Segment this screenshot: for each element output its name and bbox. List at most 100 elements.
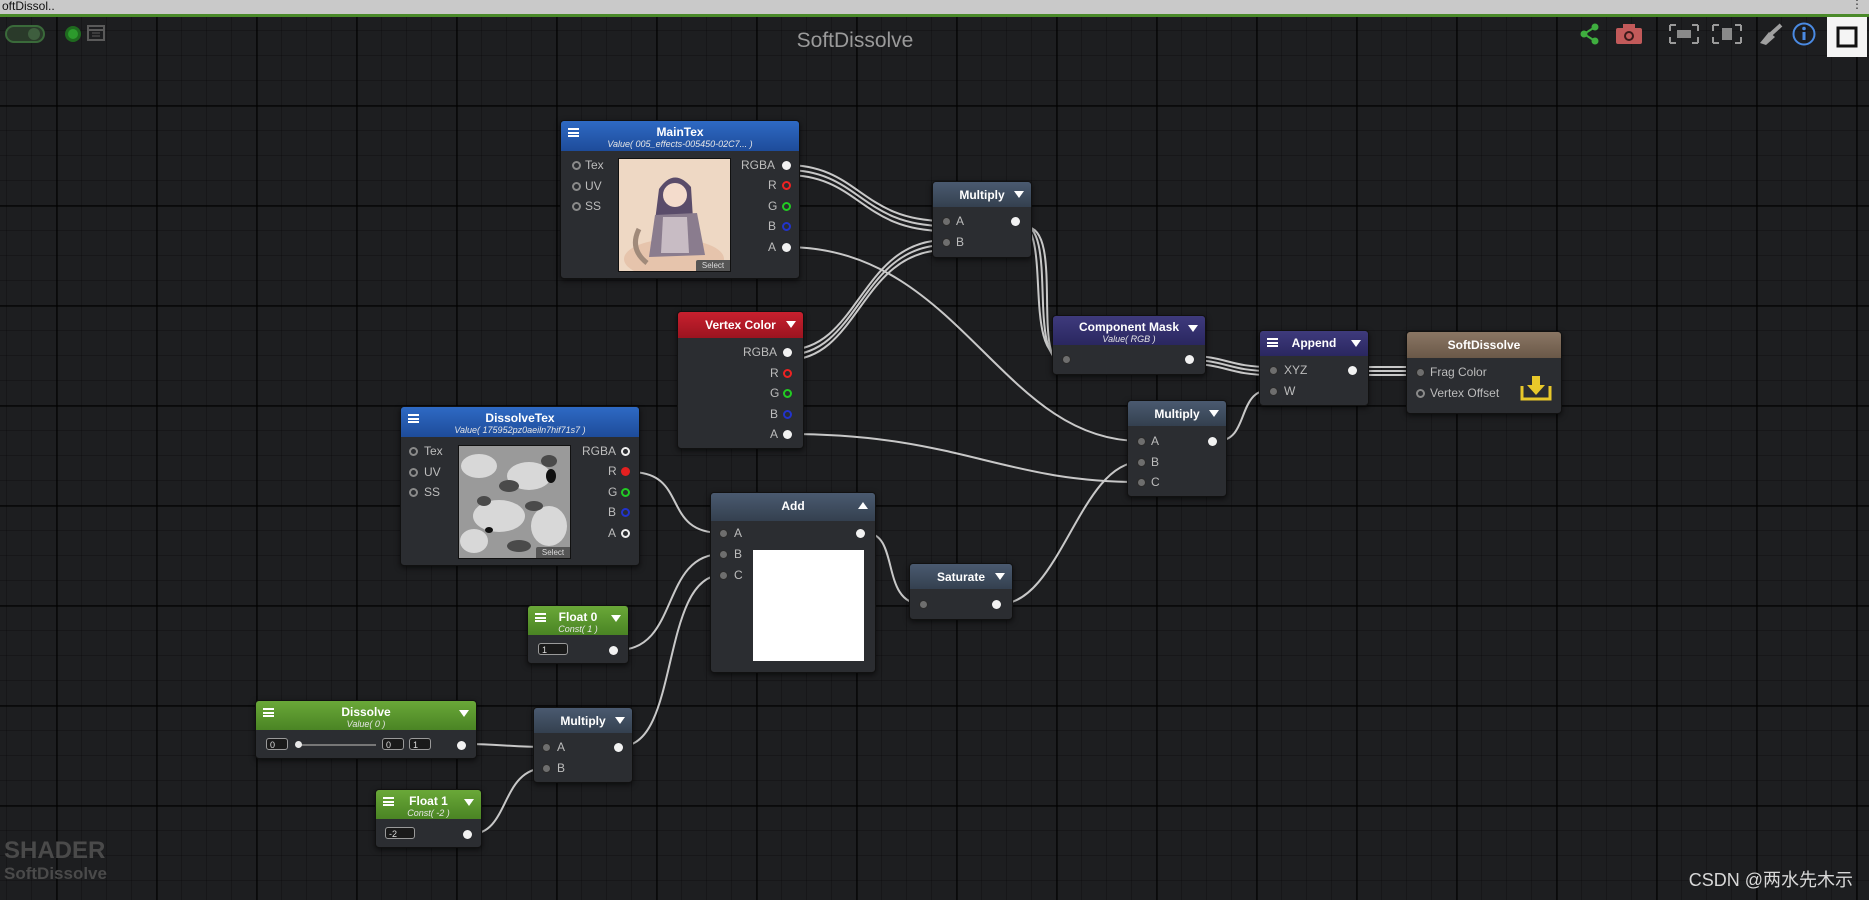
port-dot-out[interactable] [783,348,792,357]
append-header[interactable]: Append [1260,331,1368,356]
port-dot-out[interactable] [457,741,466,750]
dissolve-value-field[interactable]: 0 [266,738,288,750]
dissolvetex-node[interactable]: DissolveTex Value( 175952pz0aeiln7hif71s… [400,406,640,566]
port-dot-out[interactable] [992,600,1001,609]
port-dot-in[interactable] [719,571,728,580]
float1-header[interactable]: Float 1 Const( -2 ) [376,790,481,819]
dissolve-min-field[interactable]: 0 [382,738,404,750]
port-dot-in[interactable] [1062,355,1071,364]
port-dot-out[interactable] [609,646,618,655]
float0-header[interactable]: Float 0 Const( 1 ) [528,606,628,635]
multiply-header[interactable]: Multiply [1128,401,1226,426]
saturate-node[interactable]: Saturate [909,563,1013,620]
dissolve-slider-track[interactable] [296,744,376,746]
menu-icon[interactable] [535,613,546,622]
collapse-arrow-icon[interactable] [464,799,474,806]
multiply-header[interactable]: Multiply [933,182,1031,207]
port-dot-in[interactable] [542,743,551,752]
port-dot-in[interactable] [1137,437,1146,446]
saturate-header[interactable]: Saturate [910,564,1012,589]
multiply-node-top[interactable]: Multiply A B [932,181,1032,258]
float0-node[interactable]: Float 0 Const( 1 ) 1 [527,605,629,664]
port-dot-out[interactable] [783,389,792,398]
port-dot-out[interactable] [621,508,630,517]
add-node[interactable]: Add A B C [710,492,876,673]
port-dot-in[interactable] [1137,458,1146,467]
port-dot-in[interactable] [409,447,418,456]
float0-value-field[interactable]: 1 [538,643,568,655]
dissolve-slider-thumb[interactable] [295,741,302,748]
port-dot-out[interactable] [783,369,792,378]
port-dot-out[interactable] [463,830,472,839]
port-dot-in[interactable] [719,529,728,538]
select-texture-button[interactable]: Select [536,547,570,558]
collapse-arrow-icon[interactable] [786,321,796,328]
port-dot-in[interactable] [919,600,928,609]
maintex-header[interactable]: MainTex Value( 005_effects-005450-02C7..… [561,121,799,151]
component-mask-node[interactable]: Component Mask Value( RGB ) [1052,315,1206,375]
dissolve-max-field[interactable]: 1 [409,738,431,750]
dissolve-header[interactable]: Dissolve Value( 0 ) [256,701,476,730]
menu-icon[interactable] [568,128,579,137]
port-dot-in[interactable] [409,488,418,497]
float1-node[interactable]: Float 1 Const( -2 ) -2 [375,789,482,848]
vertex-color-node[interactable]: Vertex Color RGBA R G B A [677,311,804,449]
append-node[interactable]: Append XYZ W [1259,330,1369,406]
port-dot-out[interactable] [621,447,630,456]
multiply-node-mid[interactable]: Multiply A B C [1127,400,1227,497]
collapse-arrow-icon[interactable] [1188,325,1198,332]
port-dot-in[interactable] [1416,389,1425,398]
collapse-arrow-icon[interactable] [611,615,621,622]
port-dot-out[interactable] [782,202,791,211]
select-texture-button[interactable]: Select [696,260,730,271]
port-dot-out[interactable] [1208,437,1217,446]
port-dot-out[interactable] [783,410,792,419]
collapse-arrow-icon[interactable] [995,573,1005,580]
port-dot-out[interactable] [1185,355,1194,364]
collapse-arrow-icon[interactable] [1351,340,1361,347]
port-dot-in[interactable] [1416,368,1425,377]
port-dot-out[interactable] [856,529,865,538]
float1-value-field[interactable]: -2 [385,827,415,839]
expand-arrow-icon[interactable] [858,502,868,509]
maintex-node[interactable]: MainTex Value( 005_effects-005450-02C7..… [560,120,800,279]
port-dot-in[interactable] [942,238,951,247]
dissolvetex-header[interactable]: DissolveTex Value( 175952pz0aeiln7hif71s… [401,407,639,437]
port-dot-out[interactable] [1348,366,1357,375]
output-header[interactable]: SoftDissolve [1407,332,1561,358]
port-dot-out[interactable] [782,181,791,190]
multiply-header[interactable]: Multiply [534,708,632,733]
port-dot-out[interactable] [782,222,791,231]
port-dot-out[interactable] [783,430,792,439]
port-dot-out[interactable] [614,743,623,752]
multiply-node-bottom[interactable]: Multiply A B [533,707,633,783]
menu-icon[interactable] [1267,338,1278,347]
port-dot-in[interactable] [572,202,581,211]
collapse-arrow-icon[interactable] [1014,191,1024,198]
collapse-arrow-icon[interactable] [459,710,469,717]
port-dot-out[interactable] [1011,217,1020,226]
port-dot-in[interactable] [1269,387,1278,396]
port-dot-in[interactable] [542,764,551,773]
port-dot-in[interactable] [942,217,951,226]
port-dot-in[interactable] [1269,366,1278,375]
port-dot-in[interactable] [572,182,581,191]
component-mask-header[interactable]: Component Mask Value( RGB ) [1053,316,1205,345]
port-dot-out[interactable] [782,161,791,170]
vertex-color-header[interactable]: Vertex Color [678,312,803,338]
menu-icon[interactable] [263,708,274,717]
port-dot-out[interactable] [621,467,630,476]
download-icon[interactable] [1520,374,1552,402]
collapse-arrow-icon[interactable] [1209,410,1219,417]
collapse-arrow-icon[interactable] [615,717,625,724]
menu-icon[interactable] [408,414,419,423]
output-node[interactable]: SoftDissolve Frag Color Vertex Offset [1406,331,1562,414]
port-dot-in[interactable] [1137,478,1146,487]
add-header[interactable]: Add [711,493,875,521]
port-dot-in[interactable] [409,468,418,477]
port-dot-out[interactable] [621,529,630,538]
port-dot-in[interactable] [572,161,581,170]
port-dot-in[interactable] [719,550,728,559]
port-dot-out[interactable] [782,243,791,252]
port-dot-out[interactable] [621,488,630,497]
